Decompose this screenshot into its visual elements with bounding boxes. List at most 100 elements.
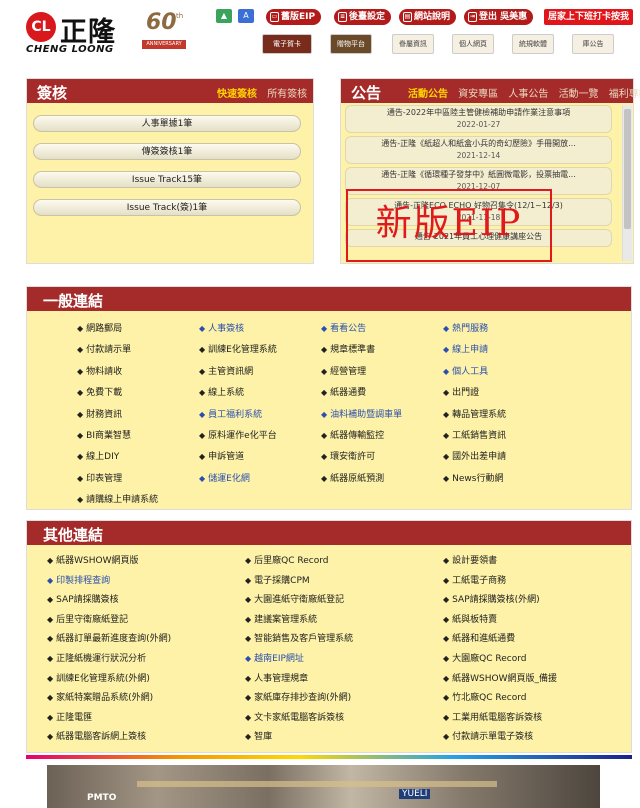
tab-activity-notice[interactable]: 活動公告: [408, 89, 448, 100]
link-item[interactable]: ◆ 儲運E化網: [199, 471, 250, 484]
link-item[interactable]: ◆ 物料請收: [77, 364, 122, 377]
link-item[interactable]: ◆ 訓練E化管理系統(外網): [47, 671, 150, 684]
link-item[interactable]: ◆ 紙器傳輸監控: [321, 428, 384, 441]
link-item[interactable]: ◆ BI商業智慧: [77, 428, 131, 441]
link-item[interactable]: ◆ 申訴管道: [199, 449, 244, 462]
tab-quick-sign[interactable]: 快速簽核: [217, 89, 257, 100]
link-item[interactable]: ◆ SAP請採購簽核(外網): [443, 592, 540, 605]
link-item[interactable]: ◆ 紙器和進紙通費: [443, 631, 515, 644]
announcement-item[interactable]: 通告-正隆《紙超人和紙盒小兵的奇幻歷險》手冊開放... 2021-12-14: [345, 136, 612, 164]
link-item[interactable]: ◆ 免費下載: [77, 385, 122, 398]
link-item[interactable]: ◆ 員工福利系統: [199, 407, 262, 420]
link-item[interactable]: ◆ 出門證: [443, 385, 479, 398]
family-info-tile[interactable]: 眷屬資訊: [392, 34, 434, 54]
link-item[interactable]: ◆ 電子採購CPM: [245, 573, 310, 586]
bullet-icon: ◆: [47, 693, 54, 703]
link-item[interactable]: ◆ SAP請採購簽核: [47, 592, 119, 605]
link-item[interactable]: ◆ 紙器訂單最新進度查詢(外網): [47, 631, 171, 644]
link-item[interactable]: ◆ 原料運作e化平台: [199, 428, 277, 441]
link-item[interactable]: ◆ 智能銷售及客戶管理系統: [245, 631, 353, 644]
link-item[interactable]: ◆ 國外出差申請: [443, 449, 506, 462]
link-item[interactable]: ◆ 熱門服務: [443, 321, 488, 334]
old-eip-button[interactable]: ▭ 舊版EIP: [266, 9, 322, 25]
link-item[interactable]: ◆ 人事簽核: [199, 321, 244, 334]
link-item[interactable]: ◆ 建議案管理系統: [245, 612, 317, 625]
link-item[interactable]: ◆ 大園廠QC Record: [443, 651, 526, 664]
link-item[interactable]: ◆ 紙器通費: [321, 385, 366, 398]
link-item[interactable]: ◆ 后里守衛廠紙登記: [47, 612, 128, 625]
link-item[interactable]: ◆ 設計要領書: [443, 553, 497, 566]
link-item[interactable]: ◆ 付款請示單: [77, 342, 131, 355]
link-item[interactable]: ◆ 文卡家紙電腦客訴簽核: [245, 710, 344, 723]
link-item[interactable]: ◆ 工紙銷售資訊: [443, 428, 506, 441]
tab-security[interactable]: 資安專區: [458, 89, 498, 100]
sign-item[interactable]: Issue Track(簽)1筆: [33, 199, 301, 216]
link-item[interactable]: ◆ 工紙電子商務: [443, 573, 506, 586]
link-item[interactable]: ◆ 正隆紙機運行狀況分析: [47, 651, 146, 664]
bullet-icon: ◆: [321, 409, 328, 419]
link-item[interactable]: ◆ 紙器WSHOW網頁版_備援: [443, 671, 557, 684]
translate-icon[interactable]: A: [238, 9, 254, 23]
tab-welfare[interactable]: 福利專區: [609, 89, 640, 100]
ecard-tile[interactable]: 電子賀卡: [262, 34, 312, 54]
link-item[interactable]: ◆ 家紙特案贈品系統(外網): [47, 690, 153, 703]
link-item[interactable]: ◆ 線上DIY: [77, 449, 119, 462]
link-item[interactable]: ◆ 主管資訊網: [199, 364, 253, 377]
scroll-thumb[interactable]: [624, 109, 631, 229]
home-clock-in-button[interactable]: 居家上下班打卡按我: [544, 9, 634, 25]
link-item[interactable]: ◆ 紙器WSHOW網頁版: [47, 553, 139, 566]
logout-button[interactable]: ⇥ 登出 吳美惠: [464, 9, 534, 25]
tab-activity-list[interactable]: 活動一覽: [559, 89, 599, 100]
link-item[interactable]: ◆ 紙器電腦客訴網上簽核: [47, 729, 146, 742]
link-item[interactable]: ◆ 竹北廠QC Record: [443, 690, 526, 703]
site-help-button[interactable]: ▤ 網站說明: [399, 9, 457, 25]
link-item[interactable]: ◆ 紙與板特賣: [443, 612, 497, 625]
company-logo[interactable]: CL 正隆 CHENG LOONG: [26, 10, 138, 58]
link-item[interactable]: ◆ 訓練E化管理系統: [199, 342, 277, 355]
link-item[interactable]: ◆ 后里廠QC Record: [245, 553, 328, 566]
gift-platform-tile[interactable]: 贈物平台: [330, 34, 372, 54]
link-item[interactable]: ◆ 經營管理: [321, 364, 366, 377]
sign-item[interactable]: Issue Track15筆: [33, 171, 301, 188]
notice-tile[interactable]: 庫公告: [572, 34, 614, 54]
link-item[interactable]: ◆ 線上系統: [199, 385, 244, 398]
link-item[interactable]: ◆ 大園進紙守衛廠紙登記: [245, 592, 344, 605]
software-tile[interactable]: 統規軟體: [512, 34, 554, 54]
link-item[interactable]: ◆ 請購線上申請系統: [77, 492, 158, 505]
tab-hr-notice[interactable]: 人事公告: [508, 89, 548, 100]
sign-item[interactable]: 傳簽簽核1筆: [33, 143, 301, 160]
tab-all-sign[interactable]: 所有簽核: [267, 89, 307, 100]
link-item[interactable]: ◆ 財務資訊: [77, 407, 122, 420]
link-item[interactable]: ◆ 正隆電匯: [47, 710, 92, 723]
link-item[interactable]: ◆ News行動網: [443, 471, 503, 484]
announce-scrollbar[interactable]: [622, 105, 632, 261]
link-item[interactable]: ◆ 越南EIP網址: [245, 651, 304, 664]
link-item[interactable]: ◆ 印製排程查詢: [47, 573, 110, 586]
link-item[interactable]: ◆ 個人工具: [443, 364, 488, 377]
link-item[interactable]: ◆ 人事管理規章: [245, 671, 308, 684]
link-item[interactable]: ◆ 規章標準書: [321, 342, 375, 355]
anniversary-badge: 60 th ANNIVERSARY: [142, 10, 188, 56]
announcement-item[interactable]: 通告-2022年中區陸主管健檢補助申請作業注意事項 2022-01-27: [345, 105, 612, 133]
link-item[interactable]: ◆ 看看公告: [321, 321, 366, 334]
link-label: 大園進紙守衛廠紙登記: [254, 595, 345, 606]
link-item[interactable]: ◆ 智庫: [245, 729, 272, 742]
link-item[interactable]: ◆ 油料補助暨調車單: [321, 407, 402, 420]
sign-item[interactable]: 人事單據1筆: [33, 115, 301, 132]
announce-panel-header: 公告 活動公告 資安專區 人事公告 活動一覽 福利專區: [341, 79, 640, 103]
link-item[interactable]: ◆ 付款請示單電子簽核: [443, 729, 533, 742]
link-item[interactable]: ◆ 線上申請: [443, 342, 488, 355]
link-item[interactable]: ◆ 紙器原紙預測: [321, 471, 384, 484]
link-item[interactable]: ◆ 印表管理: [77, 471, 122, 484]
link-label: 印製排程查詢: [56, 575, 111, 586]
link-item[interactable]: ◆ 工業用紙電腦客訴簽核: [443, 710, 542, 723]
backend-settings-button[interactable]: ≡ 後臺設定: [334, 9, 392, 25]
link-item[interactable]: ◆ 環安衛許可: [321, 449, 375, 462]
link-item[interactable]: ◆ 轉品管理系統: [443, 407, 506, 420]
personal-page-tile[interactable]: 個人網頁: [452, 34, 494, 54]
sign-panel-tabs: 快速簽核 所有簽核: [210, 85, 307, 100]
link-item[interactable]: ◆ 家紙庫存排抄查詢(外網): [245, 690, 351, 703]
link-label: 工紙銷售資訊: [452, 431, 507, 441]
link-item[interactable]: ◆ 網路郵局: [77, 321, 122, 334]
map-icon[interactable]: ▲: [216, 9, 232, 23]
